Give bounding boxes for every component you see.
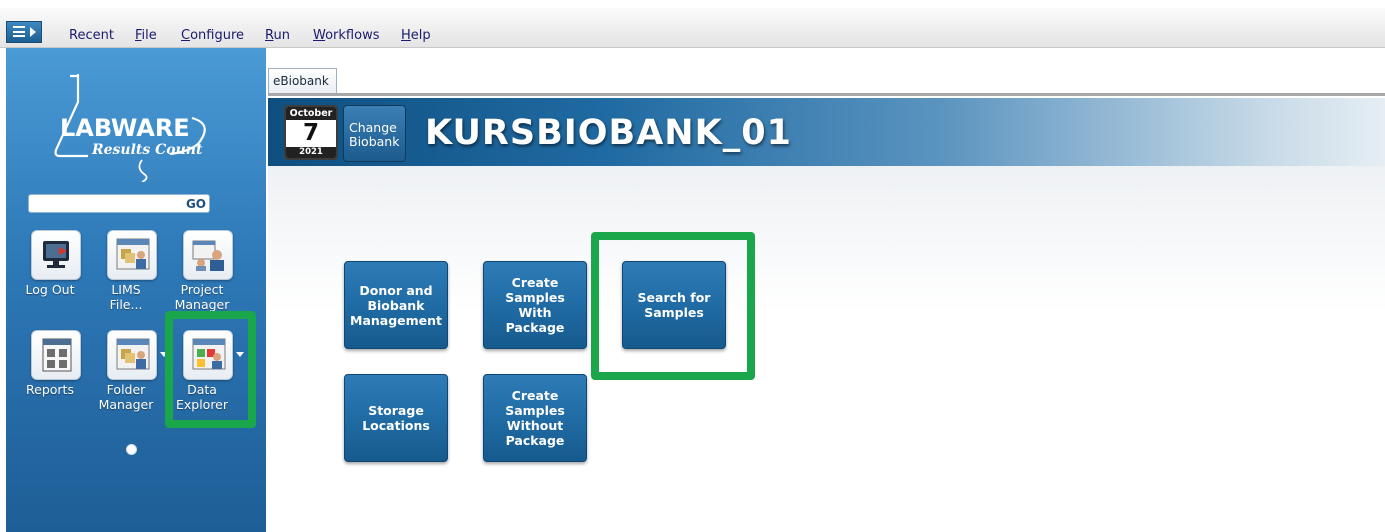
create-samples-with-package-button[interactable]: Create Samples With Package [483, 261, 587, 349]
tile-folder-manager[interactable]: Folder Manager [87, 330, 168, 420]
menu-bar: Recent File Configure Run Workflows Help [0, 8, 1385, 48]
go-button[interactable]: GO [186, 195, 206, 213]
donor-biobank-management-button[interactable]: Donor and Biobank Management [344, 261, 448, 349]
svg-text:Results Count: Results Count [91, 142, 203, 158]
tile-reports[interactable]: Reports [11, 330, 89, 420]
highlight-box-data-explorer [165, 311, 256, 428]
create-samples-without-package-button[interactable]: Create Samples Without Package [483, 374, 587, 462]
menu-run[interactable]: Run [265, 28, 290, 43]
tile-log-out[interactable]: Log Out [11, 230, 89, 320]
menu-file[interactable]: File [135, 28, 157, 43]
sidebar: LABWARE Results Count GO Log Out LIMS Fi… [6, 48, 266, 532]
search-input[interactable]: GO [28, 194, 210, 213]
hamburger-menu-icon[interactable] [6, 21, 42, 43]
page-indicator-dot[interactable] [126, 444, 137, 455]
change-biobank-button[interactable]: Change Biobank [343, 105, 406, 162]
calendar-date-icon: October 7 2021 [284, 105, 338, 160]
menu-help[interactable]: Help [401, 28, 431, 43]
menu-workflows[interactable]: Workflows [313, 28, 379, 43]
content-area [268, 166, 1385, 532]
storage-locations-button[interactable]: Storage Locations [344, 374, 448, 462]
tab-ebiobank[interactable]: eBiobank [268, 68, 337, 94]
tile-lims-file[interactable]: LIMS File... [87, 230, 165, 320]
logout-computer-icon [31, 230, 81, 280]
folder-manager-icon [107, 330, 157, 380]
tile-project-manager[interactable]: Project Manager [163, 230, 241, 320]
biobank-title: KURSBIOBANK_01 [425, 113, 792, 153]
menu-recent[interactable]: Recent [69, 28, 114, 43]
tab-divider [268, 93, 1385, 96]
menu-configure[interactable]: Configure [181, 28, 244, 43]
reports-icon [31, 330, 81, 380]
labware-logo: LABWARE Results Count [48, 72, 218, 183]
project-manager-icon [183, 230, 233, 280]
lims-file-icon [107, 230, 157, 280]
highlight-box-search-samples [591, 232, 755, 380]
svg-text:LABWARE: LABWARE [60, 114, 190, 142]
